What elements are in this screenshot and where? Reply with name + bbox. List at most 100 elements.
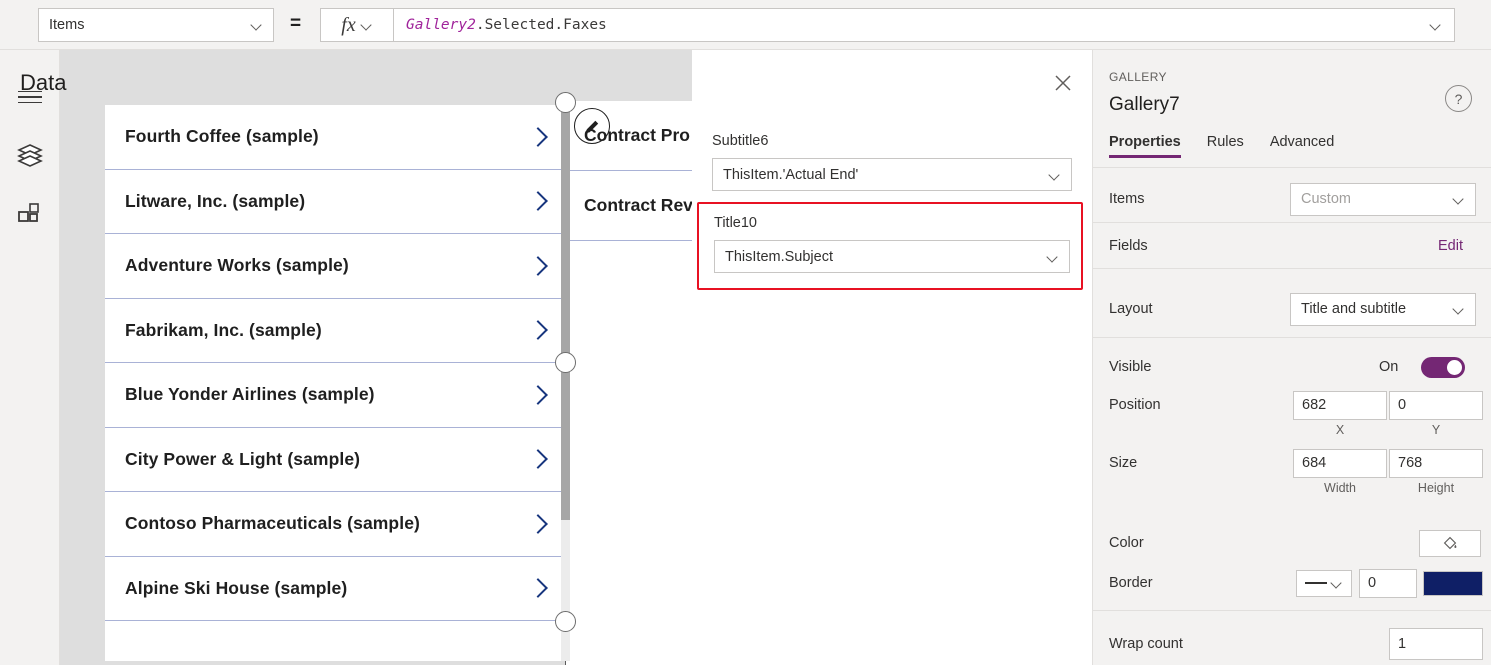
size-width-input[interactable]: 684 xyxy=(1293,448,1387,478)
chevron-right-icon[interactable] xyxy=(529,511,547,537)
toggle-state-label: On xyxy=(1379,359,1399,375)
border-width-input[interactable]: 0 xyxy=(1359,568,1417,598)
row-layout-label: Layout xyxy=(1109,301,1153,317)
row-items-label: Items xyxy=(1109,191,1145,207)
property-select[interactable]: Items xyxy=(38,8,274,42)
tab-rules-label: Rules xyxy=(1206,134,1244,150)
items-dropdown-value: Custom xyxy=(1301,191,1351,207)
control-type-label: GALLERY xyxy=(1109,70,1167,84)
data-field-label: Title10 xyxy=(714,215,757,231)
chevron-right-icon[interactable] xyxy=(529,317,547,343)
data-field-value: ThisItem.'Actual End' xyxy=(723,166,859,183)
row-items: Items Custom xyxy=(1093,175,1491,223)
row-size-label: Size xyxy=(1109,455,1138,471)
fx-button[interactable]: fx xyxy=(320,8,394,42)
list-item[interactable]: Alpine Ski House (sample) xyxy=(105,556,565,621)
help-icon[interactable]: ? xyxy=(1445,85,1472,112)
list-item[interactable]: Contoso Pharmaceuticals (sample) xyxy=(105,492,565,557)
tab-properties[interactable]: Properties xyxy=(1109,134,1181,158)
row-color-label: Color xyxy=(1109,535,1144,551)
list-item-label: Fabrikam, Inc. (sample) xyxy=(125,319,322,340)
border-style-dropdown[interactable] xyxy=(1296,569,1352,597)
edit-pencil-icon[interactable] xyxy=(574,108,610,144)
data-field-label: Subtitle6 xyxy=(712,133,769,149)
selection-handle-top[interactable] xyxy=(555,92,576,113)
equals-sign: = xyxy=(290,13,302,34)
tab-advanced[interactable]: Advanced xyxy=(1270,134,1335,158)
insert-icon[interactable] xyxy=(0,190,60,240)
size-height-input[interactable]: 768 xyxy=(1389,448,1483,478)
list-item-label: Alpine Ski House (sample) xyxy=(125,577,348,598)
list-item[interactable]: Contract Rev xyxy=(566,171,692,241)
list-item-label: Fourth Coffee (sample) xyxy=(125,126,319,147)
chevron-down-icon xyxy=(251,19,263,31)
list-item-label: Contract Rev xyxy=(584,195,692,215)
position-y-value: 0 xyxy=(1398,397,1407,413)
chevron-right-icon[interactable] xyxy=(529,382,547,408)
list-item[interactable]: City Power & Light (sample) xyxy=(105,427,565,492)
paint-bucket-icon[interactable] xyxy=(1419,529,1481,557)
wrap-count-input[interactable]: 1 xyxy=(1389,628,1483,660)
solid-line-icon xyxy=(1305,582,1327,584)
tab-advanced-label: Advanced xyxy=(1269,134,1335,150)
divider xyxy=(1093,610,1491,611)
border-color-swatch[interactable] xyxy=(1423,570,1483,596)
row-position: Position 682 0 xyxy=(1093,389,1491,421)
layout-dropdown-value: Title and subtitle xyxy=(1301,301,1407,317)
data-field-value: ThisItem.Subject xyxy=(725,248,833,265)
chevron-right-icon[interactable] xyxy=(529,575,547,601)
list-item-label: Litware, Inc. (sample) xyxy=(125,190,306,211)
visible-toggle[interactable] xyxy=(1421,356,1465,378)
row-size: Size 684 768 xyxy=(1093,447,1491,479)
row-fields: Fields Edit xyxy=(1093,223,1491,268)
chevron-down-icon xyxy=(361,19,373,31)
gallery-scrollbar-thumb[interactable] xyxy=(561,105,570,520)
row-border-label: Border xyxy=(1109,575,1153,591)
size-height-value: 768 xyxy=(1398,455,1423,471)
fields-edit-link[interactable]: Edit xyxy=(1438,238,1463,254)
formula-input[interactable]: Gallery2 .Selected.Faxes xyxy=(394,8,1455,42)
data-field-dropdown[interactable]: ThisItem.'Actual End' xyxy=(712,158,1072,191)
items-dropdown[interactable]: Custom xyxy=(1290,182,1476,216)
gallery-left[interactable]: Fourth Coffee (sample) Litware, Inc. (sa… xyxy=(105,105,565,661)
toggle-knob xyxy=(1447,359,1462,375)
list-item-label: Contoso Pharmaceuticals (sample) xyxy=(125,513,420,534)
chevron-right-icon[interactable] xyxy=(529,253,547,279)
layout-dropdown[interactable]: Title and subtitle xyxy=(1290,292,1476,326)
app-canvas: Contract Pro Contract Rev Fourth Coffee … xyxy=(60,50,692,665)
close-icon[interactable] xyxy=(1052,72,1076,96)
powerapps-studio: Items = fx Gallery2 .Selected.Faxes Cont… xyxy=(0,0,1491,665)
gallery-scrollbar[interactable] xyxy=(561,105,570,661)
row-wrap-count-label: Wrap count xyxy=(1109,636,1183,652)
data-field-subtitle6: Subtitle6 ThisItem.'Actual End' xyxy=(712,133,1072,191)
size-width-value: 684 xyxy=(1302,455,1327,471)
list-item[interactable]: Fabrikam, Inc. (sample) xyxy=(105,298,565,363)
row-visible-label: Visible xyxy=(1109,359,1152,375)
chevron-down-icon[interactable] xyxy=(1430,19,1442,31)
data-panel-title: Data xyxy=(20,70,67,95)
list-item-label: City Power & Light (sample) xyxy=(125,448,361,469)
tree-view-icon[interactable] xyxy=(0,130,60,180)
border-width-value: 0 xyxy=(1368,575,1377,591)
left-rail xyxy=(0,50,60,665)
property-select-value: Items xyxy=(49,17,85,33)
formula-token-object: Gallery2 xyxy=(406,17,476,33)
selection-handle-middle[interactable] xyxy=(555,352,576,373)
data-field-title10: Title10 ThisItem.Subject xyxy=(710,215,1074,273)
position-x-input[interactable]: 682 xyxy=(1293,390,1387,420)
position-y-input[interactable]: 0 xyxy=(1389,390,1483,420)
gallery-right-selected[interactable]: Contract Pro Contract Rev xyxy=(565,101,692,665)
help-icon-glyph: ? xyxy=(1454,90,1463,107)
selection-handle-bottom[interactable] xyxy=(555,611,576,632)
list-item[interactable]: Blue Yonder Airlines (sample) xyxy=(105,363,565,428)
tab-rules[interactable]: Rules xyxy=(1207,134,1244,158)
list-item[interactable]: Litware, Inc. (sample) xyxy=(105,169,565,234)
list-item[interactable]: Adventure Works (sample) xyxy=(105,234,565,299)
fx-icon: fx xyxy=(341,13,356,36)
list-item[interactable]: Fourth Coffee (sample) xyxy=(105,105,565,170)
chevron-right-icon[interactable] xyxy=(529,446,547,472)
chevron-right-icon[interactable] xyxy=(529,188,547,214)
chevron-right-icon[interactable] xyxy=(529,124,547,150)
list-item-label: Blue Yonder Airlines (sample) xyxy=(125,384,375,405)
data-field-dropdown[interactable]: ThisItem.Subject xyxy=(714,240,1070,273)
